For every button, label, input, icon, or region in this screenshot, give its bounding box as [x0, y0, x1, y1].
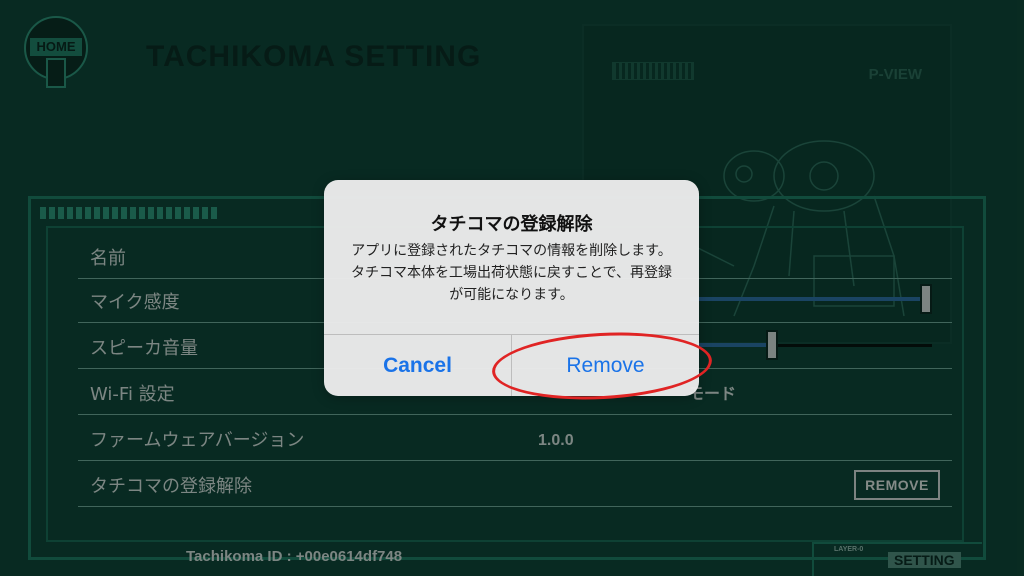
alert-cancel-button[interactable]: Cancel — [324, 335, 511, 396]
alert-title: タチコマの登録解除 — [430, 214, 593, 235]
alert-message: アプリに登録されたタチコマの情報を削除します。タチコマ本体を工場出荷状態に戻すこ… — [350, 243, 673, 303]
